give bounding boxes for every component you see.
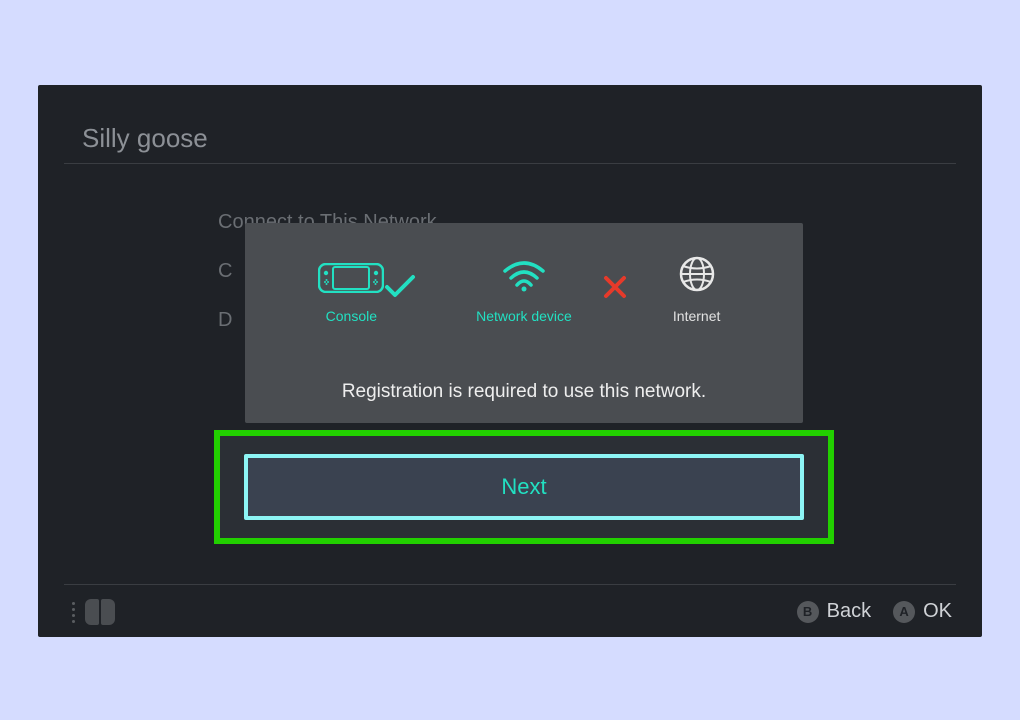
back-label: Back bbox=[827, 600, 871, 623]
status-label: Console bbox=[326, 308, 377, 324]
screen: Silly goose Connect to This Network C D bbox=[38, 85, 982, 637]
ok-label: OK bbox=[923, 600, 952, 623]
back-hint: B Back bbox=[797, 600, 871, 623]
next-button-label: Next bbox=[501, 474, 546, 500]
modal-message: Registration is required to use this net… bbox=[245, 381, 803, 403]
b-button-icon: B bbox=[797, 601, 819, 623]
status-network-device: Network device bbox=[464, 259, 584, 324]
globe-icon bbox=[678, 255, 716, 298]
joycon-icon bbox=[85, 599, 115, 625]
highlight-box: Next bbox=[214, 430, 834, 544]
console-icon bbox=[318, 263, 384, 298]
connection-modal: Console Network device bbox=[245, 223, 803, 423]
checkmark-icon bbox=[380, 273, 420, 299]
page-title: Silly goose bbox=[82, 123, 208, 154]
next-button[interactable]: Next bbox=[244, 454, 804, 520]
x-icon bbox=[595, 273, 635, 301]
a-button-icon: A bbox=[893, 601, 915, 623]
wifi-icon bbox=[501, 259, 547, 298]
status-label: Network device bbox=[476, 308, 572, 324]
status-row: Console Network device bbox=[245, 255, 803, 324]
divider-top bbox=[64, 163, 956, 164]
button-hints: B Back A OK bbox=[797, 600, 952, 623]
status-label: Internet bbox=[673, 308, 720, 324]
controller-indicator bbox=[72, 599, 115, 625]
divider-bottom bbox=[64, 584, 956, 585]
status-internet: Internet bbox=[637, 255, 757, 324]
ok-hint: A OK bbox=[893, 600, 952, 623]
